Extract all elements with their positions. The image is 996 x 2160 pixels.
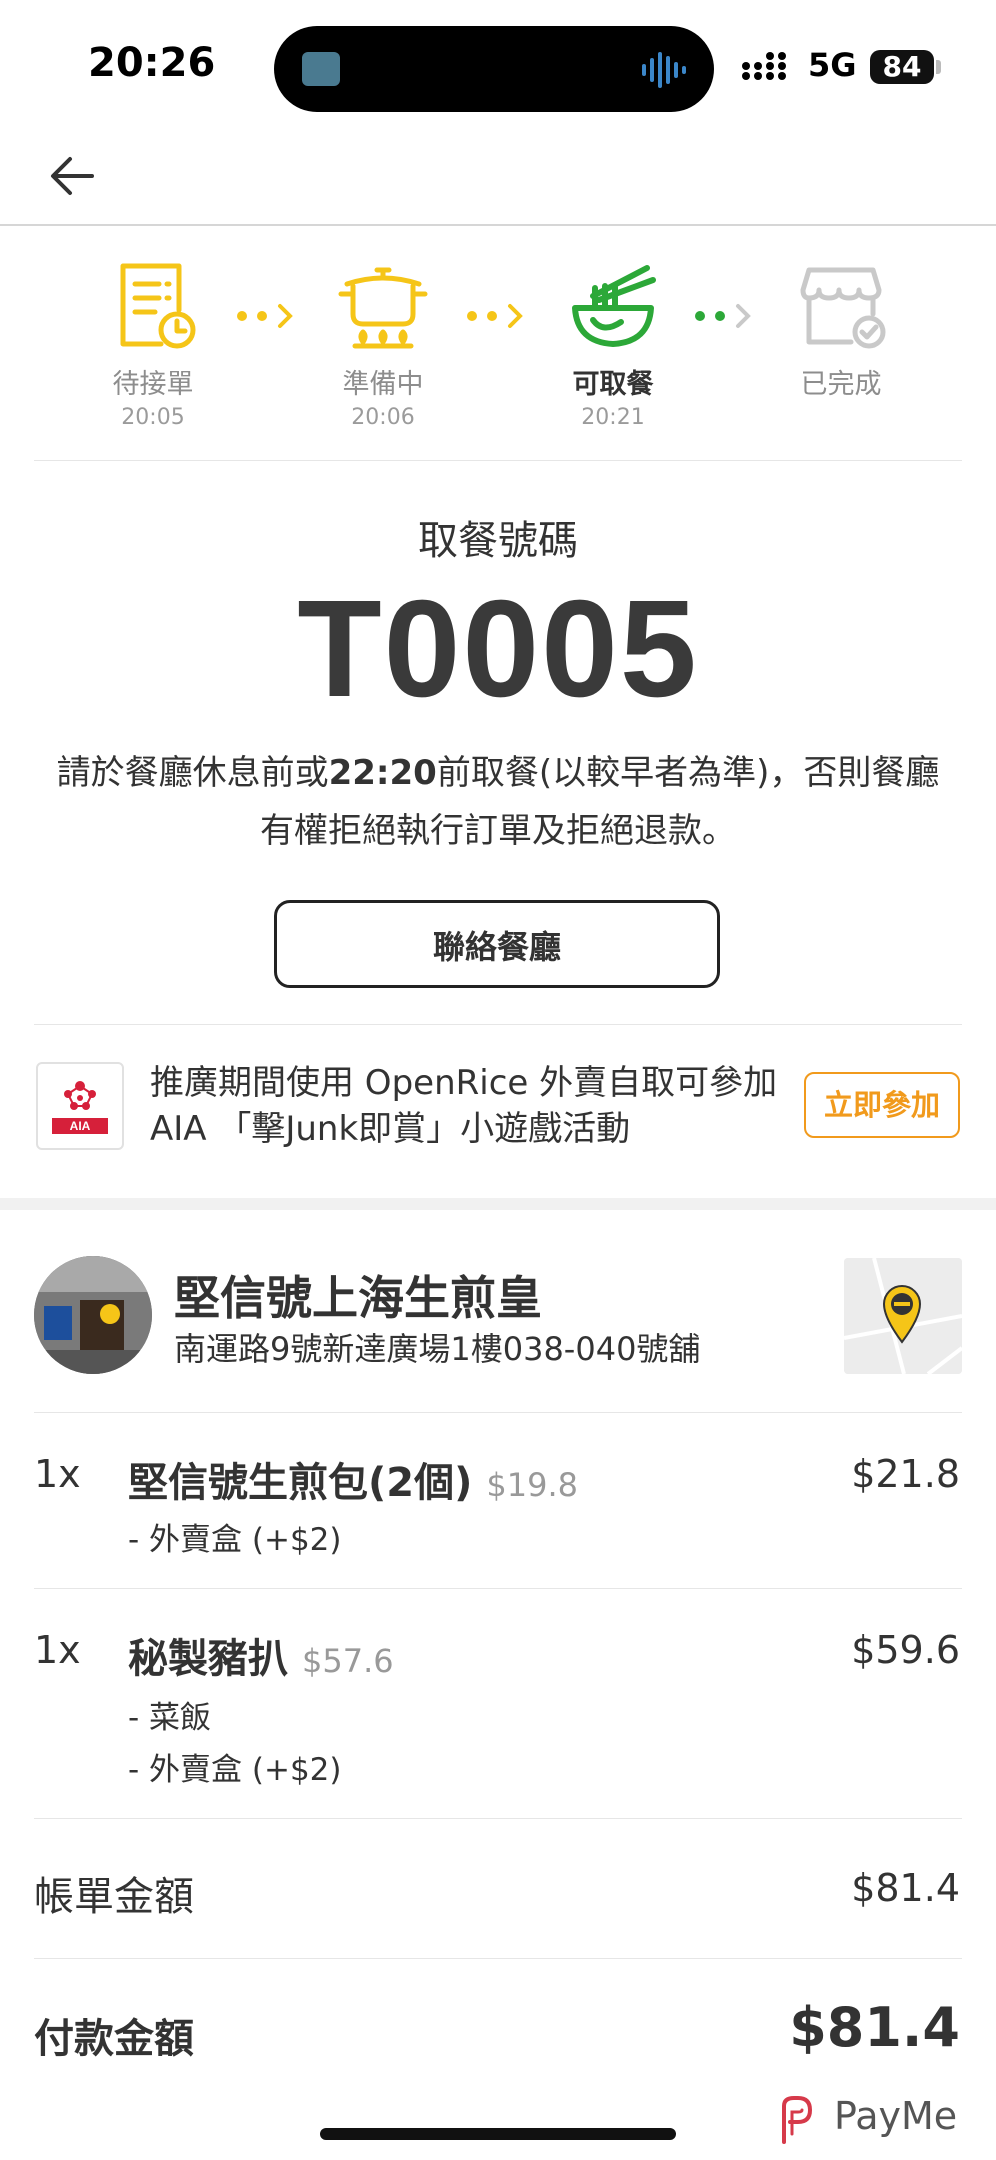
bill-amount-label: 帳單金額: [34, 1874, 194, 1920]
divider: [34, 1412, 962, 1413]
svg-text:AIA: AIA: [70, 1119, 91, 1133]
cooking-pot-icon: [338, 267, 428, 349]
bill-amount-value: $81.4: [851, 1866, 960, 1910]
divider: [34, 1024, 962, 1025]
divider: [34, 1588, 962, 1589]
divider: [34, 1818, 962, 1819]
pickup-number: T0005: [297, 572, 699, 726]
divider: [34, 460, 962, 461]
item-modifier: - 菜飯: [128, 1700, 212, 1736]
network-type: 5G: [808, 46, 857, 84]
aia-logo: AIA: [36, 1062, 124, 1150]
step-ready: 可取餐 20:21: [528, 258, 698, 430]
store-check-icon: [800, 267, 886, 349]
item-name: 秘製豬扒 $57.6: [128, 1636, 394, 1682]
step-label: 已完成: [800, 369, 882, 400]
audio-wave-icon: [642, 52, 686, 88]
contact-restaurant-button[interactable]: 聯絡餐廳: [274, 900, 720, 988]
noodle-bowl-icon: [572, 265, 656, 347]
item-modifier: - 外賣盒 (+$2): [128, 1752, 342, 1788]
pickup-number-label: 取餐號碼: [418, 518, 578, 564]
home-indicator[interactable]: [320, 2128, 676, 2140]
dynamic-island: [274, 26, 714, 112]
item-modifier: - 外賣盒 (+$2): [128, 1522, 342, 1558]
restaurant-name[interactable]: 堅信號上海生煎皇: [174, 1262, 542, 1328]
step-label: 待接單: [112, 369, 194, 400]
step-pending: 待接單 20:05: [68, 258, 238, 430]
payment-amount-value: $81.4: [789, 1996, 960, 2059]
promo-text: 推廣期間使用 OpenRice 外賣自取可參加 AIA 「擊Junk即賞」小遊戲…: [150, 1063, 778, 1149]
step-preparing: 準備中 20:06: [298, 258, 468, 430]
battery-icon: 84: [870, 50, 934, 84]
status-time: 20:26: [88, 40, 216, 86]
restaurant-photo: [34, 1256, 152, 1374]
item-price: $59.6: [851, 1628, 960, 1672]
pickup-deadline: 22:20: [328, 753, 437, 793]
signal-icon: [742, 52, 786, 80]
join-now-button[interactable]: 立即參加: [804, 1072, 960, 1138]
map-thumbnail[interactable]: [844, 1258, 962, 1374]
back-arrow-icon[interactable]: [46, 150, 98, 202]
item-quantity: 1x: [34, 1628, 81, 1672]
restaurant-address: 南運路9號新達廣場1樓038-040號舖: [174, 1330, 701, 1368]
section-separator: [0, 1198, 996, 1210]
step-time: 20:21: [581, 405, 645, 430]
battery-tip: [936, 60, 941, 74]
item-quantity: 1x: [34, 1452, 81, 1496]
item-unit-price: $19.8: [486, 1466, 579, 1504]
step-time: 20:06: [351, 405, 415, 430]
payment-method: PayMe: [834, 2094, 958, 2138]
payment-amount-label: 付款金額: [34, 2016, 194, 2062]
pickup-notice: 請於餐廳休息前或22:20前取餐(以較早者為準)，否則餐廳有權拒絕執行訂單及拒絕…: [56, 753, 940, 851]
step-label: 準備中: [342, 369, 424, 400]
receipt-clock-icon: [120, 263, 196, 349]
item-price: $21.8: [851, 1452, 960, 1496]
payme-logo-icon: [782, 2096, 813, 2144]
item-unit-price: $57.6: [302, 1642, 394, 1680]
divider: [34, 1958, 962, 1959]
step-completed: 已完成: [756, 258, 926, 405]
step-label: 可取餐: [572, 369, 654, 400]
item-name: 堅信號生煎包(2個) $19.8: [128, 1460, 579, 1506]
header-divider: [0, 224, 996, 226]
step-time: 20:05: [121, 405, 185, 430]
now-playing-thumbnail: [302, 52, 340, 86]
